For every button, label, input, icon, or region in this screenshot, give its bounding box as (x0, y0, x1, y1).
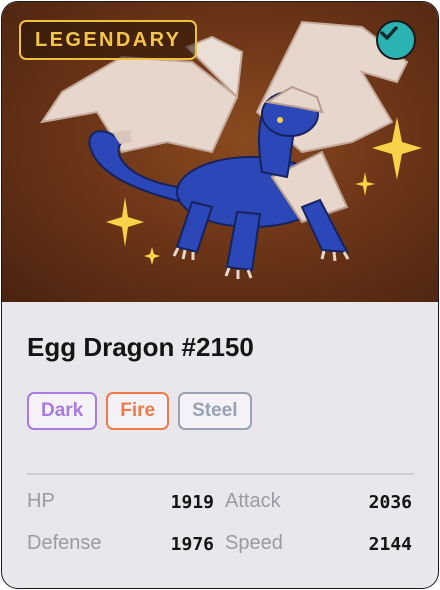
verified-badge (376, 20, 416, 60)
stat-label: HP (27, 490, 55, 512)
stat-attack: Attack 2036 (225, 490, 412, 520)
stat-speed: Speed 2144 (225, 532, 412, 562)
stat-hp: HP 1919 (27, 490, 214, 520)
rarity-badge: LEGENDARY (19, 20, 198, 60)
stat-value: 1919 (170, 492, 214, 513)
type-tag-steel[interactable]: Steel (178, 392, 252, 430)
stat-defense: Defense 1976 (27, 532, 214, 562)
stat-value: 1976 (170, 534, 214, 555)
checkmark-icon (380, 26, 398, 40)
stat-value: 2144 (368, 534, 412, 555)
type-tags: Dark Fire Steel (27, 392, 252, 430)
nft-card[interactable]: LEGENDARY Egg Dragon #2150 Dark Fire Ste… (1, 1, 439, 589)
creature-artwork: LEGENDARY (2, 2, 438, 302)
type-tag-fire[interactable]: Fire (106, 392, 170, 430)
type-tag-dark[interactable]: Dark (27, 392, 98, 430)
stat-value: 2036 (368, 492, 412, 513)
stat-label: Defense (27, 532, 102, 554)
stat-label: Speed (225, 532, 283, 554)
stat-label: Attack (225, 490, 281, 512)
divider (27, 473, 414, 475)
card-title: Egg Dragon #2150 (27, 332, 254, 362)
